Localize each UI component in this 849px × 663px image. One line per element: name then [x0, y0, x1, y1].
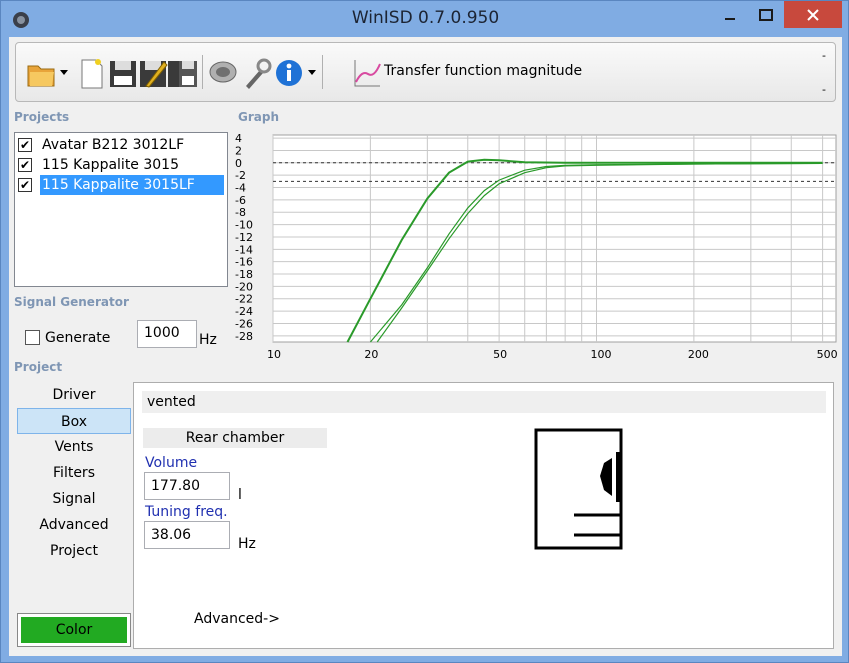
volume-label: Volume — [145, 455, 198, 471]
generate-label: Generate — [45, 330, 111, 346]
y-tick-label: -24 — [235, 305, 253, 318]
volume-unit: l — [238, 487, 242, 503]
project-item[interactable]: ✔ Avatar B212 3012LF — [18, 135, 226, 155]
graph-icon[interactable] — [352, 56, 382, 90]
y-tick-label: 4 — [235, 132, 242, 145]
box-panel: vented Rear chamber Volume 177.80 l Tuni… — [133, 382, 834, 649]
toolbar: Transfer function magnitude - - — [15, 42, 836, 102]
x-tick-label: 10 — [267, 348, 281, 361]
box-type-selector[interactable]: vented — [142, 391, 826, 413]
open-dropdown-icon[interactable] — [60, 70, 68, 75]
y-tick-label: -16 — [235, 256, 253, 269]
y-tick-label: -20 — [235, 280, 253, 293]
info-icon[interactable] — [274, 56, 304, 90]
y-tick-label: -14 — [235, 243, 253, 256]
frequency-response-graph[interactable]: 4 2 0 -2 -4 -6 -8 -10 -12 -14 -16 -18 -20 -22 -24 -26 -2… — [231, 127, 838, 363]
y-tick-label: -2 — [235, 169, 246, 182]
y-tick-label: -8 — [235, 206, 246, 219]
app-window: WinISD 0.7.0.950 Transfer function magni… — [0, 0, 849, 663]
tuning-unit: Hz — [238, 536, 256, 552]
y-tick-label: -26 — [235, 317, 253, 330]
settings-wrench-icon[interactable] — [242, 56, 272, 90]
nav-signal[interactable]: Signal — [17, 486, 131, 512]
y-tick-label: -6 — [235, 194, 246, 207]
minimize-icon — [725, 17, 735, 20]
nav-vents[interactable]: Vents — [17, 434, 131, 460]
nav-driver[interactable]: Driver — [17, 382, 131, 408]
x-tick-label: 100 — [590, 348, 611, 361]
project-item-selected[interactable]: ✔ 115 Kappalite 3015LF — [18, 175, 226, 195]
nav-box[interactable]: Box — [17, 408, 131, 434]
y-tick-label: -18 — [235, 268, 253, 281]
nav-advanced[interactable]: Advanced — [17, 512, 131, 538]
nav-filters[interactable]: Filters — [17, 460, 131, 486]
project-checkbox[interactable]: ✔ — [18, 178, 32, 192]
toolbar-separator — [322, 55, 323, 89]
vented-box-diagram — [534, 428, 623, 550]
x-tick-label: 20 — [364, 348, 378, 361]
project-label: Project — [14, 360, 63, 374]
y-tick-label: -12 — [235, 231, 253, 244]
y-tick-label: -4 — [235, 182, 246, 195]
toolbar-separator — [202, 55, 203, 89]
projects-list: ✔ Avatar B212 3012LF ✔ 115 Kappalite 301… — [14, 132, 228, 287]
y-tick-label: -22 — [235, 293, 253, 306]
y-tick-label: 2 — [235, 144, 242, 157]
project-checkbox[interactable]: ✔ — [18, 158, 32, 172]
chart-svg: 420-2-4-6-8-10-12-14-16-18-20-22-24-26-2… — [235, 132, 838, 361]
close-icon — [807, 8, 819, 21]
save-all-icon[interactable] — [168, 56, 198, 90]
save-as-icon[interactable] — [138, 56, 168, 90]
y-tick-label: -28 — [235, 330, 253, 343]
frequency-input[interactable]: 1000 — [137, 320, 197, 348]
volume-input[interactable]: 177.80 — [144, 472, 230, 500]
nav-project[interactable]: Project — [17, 538, 131, 564]
toolbar-dash-bottom: - — [822, 83, 826, 96]
rear-chamber-header: Rear chamber — [143, 428, 327, 448]
tuning-input[interactable]: 38.06 — [144, 521, 230, 549]
save-icon[interactable] — [108, 56, 138, 90]
color-button[interactable]: Color — [17, 613, 131, 647]
graph-label: Graph — [238, 110, 279, 124]
project-name: Avatar B212 3012LF — [42, 137, 185, 153]
x-tick-label: 200 — [688, 348, 709, 361]
maximize-icon — [759, 8, 773, 21]
speaker-driver-icon[interactable] — [208, 56, 238, 90]
project-item[interactable]: ✔ 115 Kappalite 3015 — [18, 155, 226, 175]
main-client-area: Transfer function magnitude - - Projects… — [9, 37, 842, 656]
x-tick-label: 500 — [817, 348, 838, 361]
project-name: 115 Kappalite 3015LF — [40, 175, 224, 195]
project-checkbox[interactable]: ✔ — [18, 138, 32, 152]
signal-generator-label: Signal Generator — [14, 295, 129, 309]
minimize-button[interactable] — [713, 1, 747, 28]
generate-checkbox[interactable] — [25, 330, 40, 345]
info-dropdown-icon[interactable] — [308, 70, 316, 75]
y-tick-label: 0 — [235, 157, 242, 170]
close-button[interactable] — [784, 1, 842, 28]
title-bar[interactable]: WinISD 0.7.0.950 — [1, 1, 849, 37]
project-name: 115 Kappalite 3015 — [42, 157, 179, 173]
frequency-unit: Hz — [199, 332, 217, 348]
x-tick-label: 50 — [493, 348, 507, 361]
color-button-label: Color — [21, 617, 127, 643]
new-document-icon[interactable] — [76, 56, 106, 90]
projects-label: Projects — [14, 110, 70, 124]
advanced-link[interactable]: Advanced-> — [194, 611, 280, 627]
toolbar-dash-top: - — [822, 49, 826, 62]
maximize-button[interactable] — [749, 1, 783, 28]
graph-type-selector[interactable]: Transfer function magnitude — [384, 63, 582, 79]
open-folder-icon[interactable] — [26, 56, 56, 90]
tuning-label: Tuning freq. — [145, 504, 228, 520]
y-tick-label: -10 — [235, 219, 253, 232]
